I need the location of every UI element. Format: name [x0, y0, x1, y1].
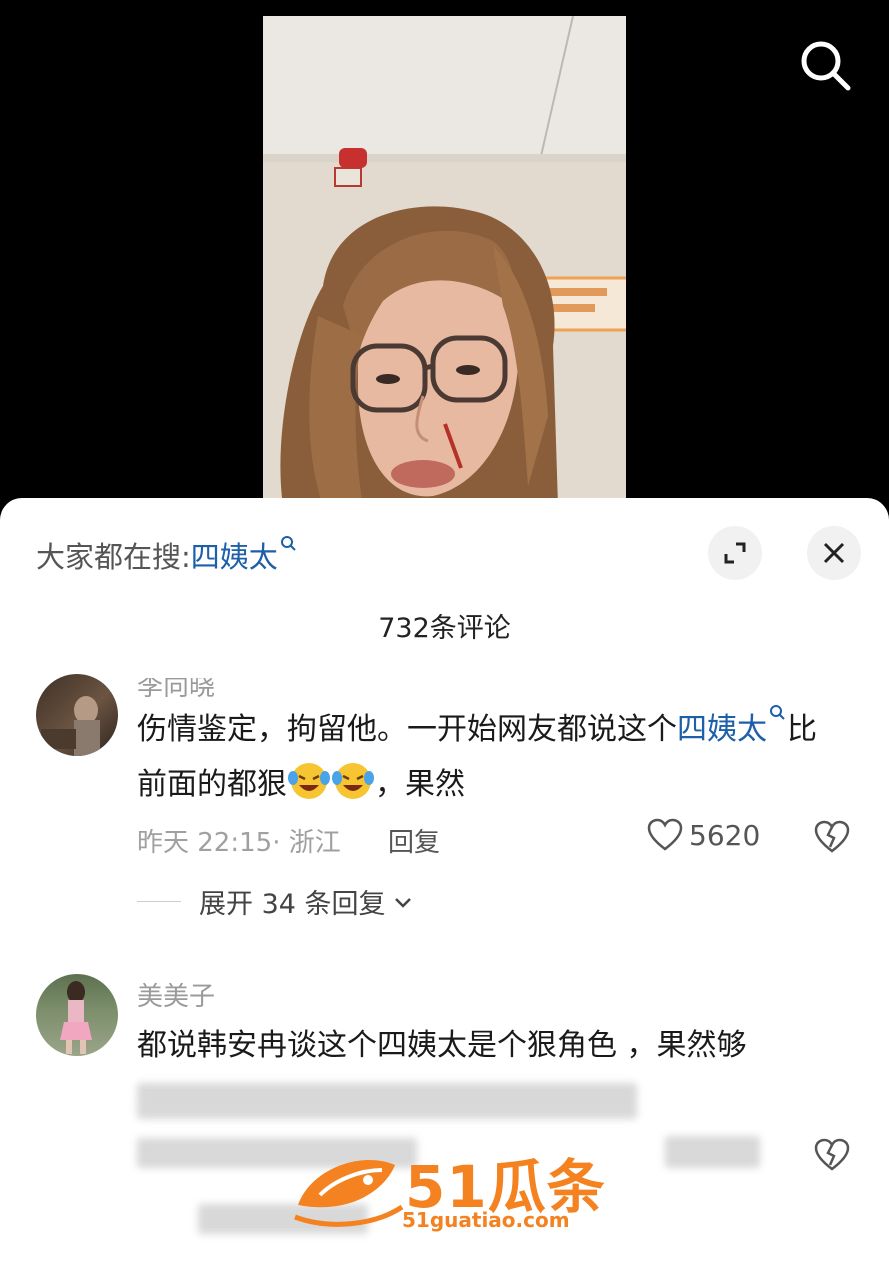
laughing-crying-emoji: [331, 760, 375, 800]
dislike-button[interactable]: [814, 820, 850, 858]
video-frame[interactable]: [263, 16, 626, 506]
search-small-icon: [770, 705, 785, 720]
broken-heart-icon: [814, 1138, 850, 1171]
trending-prefix: 大家都在搜:: [36, 540, 191, 574]
divider: [137, 901, 181, 902]
close-button[interactable]: [807, 526, 861, 580]
laughing-crying-emoji: [287, 760, 331, 800]
avatar-image: [41, 696, 100, 756]
reply-button[interactable]: 回复: [388, 822, 440, 859]
avatar[interactable]: [36, 674, 118, 756]
expand-replies-label: 展开 34 条回复: [199, 889, 386, 920]
like-button[interactable]: 5620: [647, 818, 760, 852]
heart-icon: [647, 818, 683, 851]
chevron-down-icon: [394, 897, 411, 908]
watermark-logo: [294, 1159, 404, 1227]
comment-text: 都说韩安冉谈这个四姨太是个狠角色 ，果然够: [137, 1028, 747, 1063]
expand-icon: [724, 542, 746, 564]
search-small-icon: [280, 536, 296, 551]
avatar[interactable]: [36, 974, 118, 1056]
comment-keyword-link[interactable]: 四姨太: [677, 712, 767, 747]
expand-replies-button[interactable]: 展开 34 条回复: [137, 882, 414, 921]
search-button[interactable]: [798, 38, 854, 94]
search-icon: [801, 41, 851, 91]
comment-username[interactable]: 美美子: [137, 976, 215, 1013]
comment-text: 伤情鉴定，拘留他。一开始网友都说这个四姨太 比前面的都狠 ，果然: [137, 702, 817, 812]
video-still-image: [263, 16, 626, 506]
close-icon: [823, 542, 845, 564]
watermark-url: 51guatiao.com: [402, 1208, 570, 1232]
video-player[interactable]: [0, 0, 889, 520]
like-count: 5620: [689, 818, 761, 852]
trending-keyword[interactable]: 四姨太: [191, 540, 278, 574]
dislike-button[interactable]: [814, 1138, 850, 1176]
comment-count: 732条评论: [378, 613, 511, 644]
comment-time-location: 昨天 22:15· 浙江: [137, 828, 341, 858]
avatar-image: [60, 981, 92, 1054]
comment-text-part: 伤情鉴定，拘留他。一开始网友都说这个: [137, 712, 677, 747]
expand-fullscreen-button[interactable]: [708, 526, 762, 580]
redacted-text: [665, 1136, 760, 1168]
comment-username[interactable]: 李向晓: [137, 678, 215, 703]
broken-heart-icon: [814, 820, 850, 853]
watermark: 51瓜条 51guatiao.com: [290, 1140, 610, 1240]
trending-search[interactable]: 大家都在搜:四姨太: [36, 534, 298, 576]
redacted-text: [137, 1083, 637, 1119]
comment-text-part: ，果然: [375, 767, 465, 802]
